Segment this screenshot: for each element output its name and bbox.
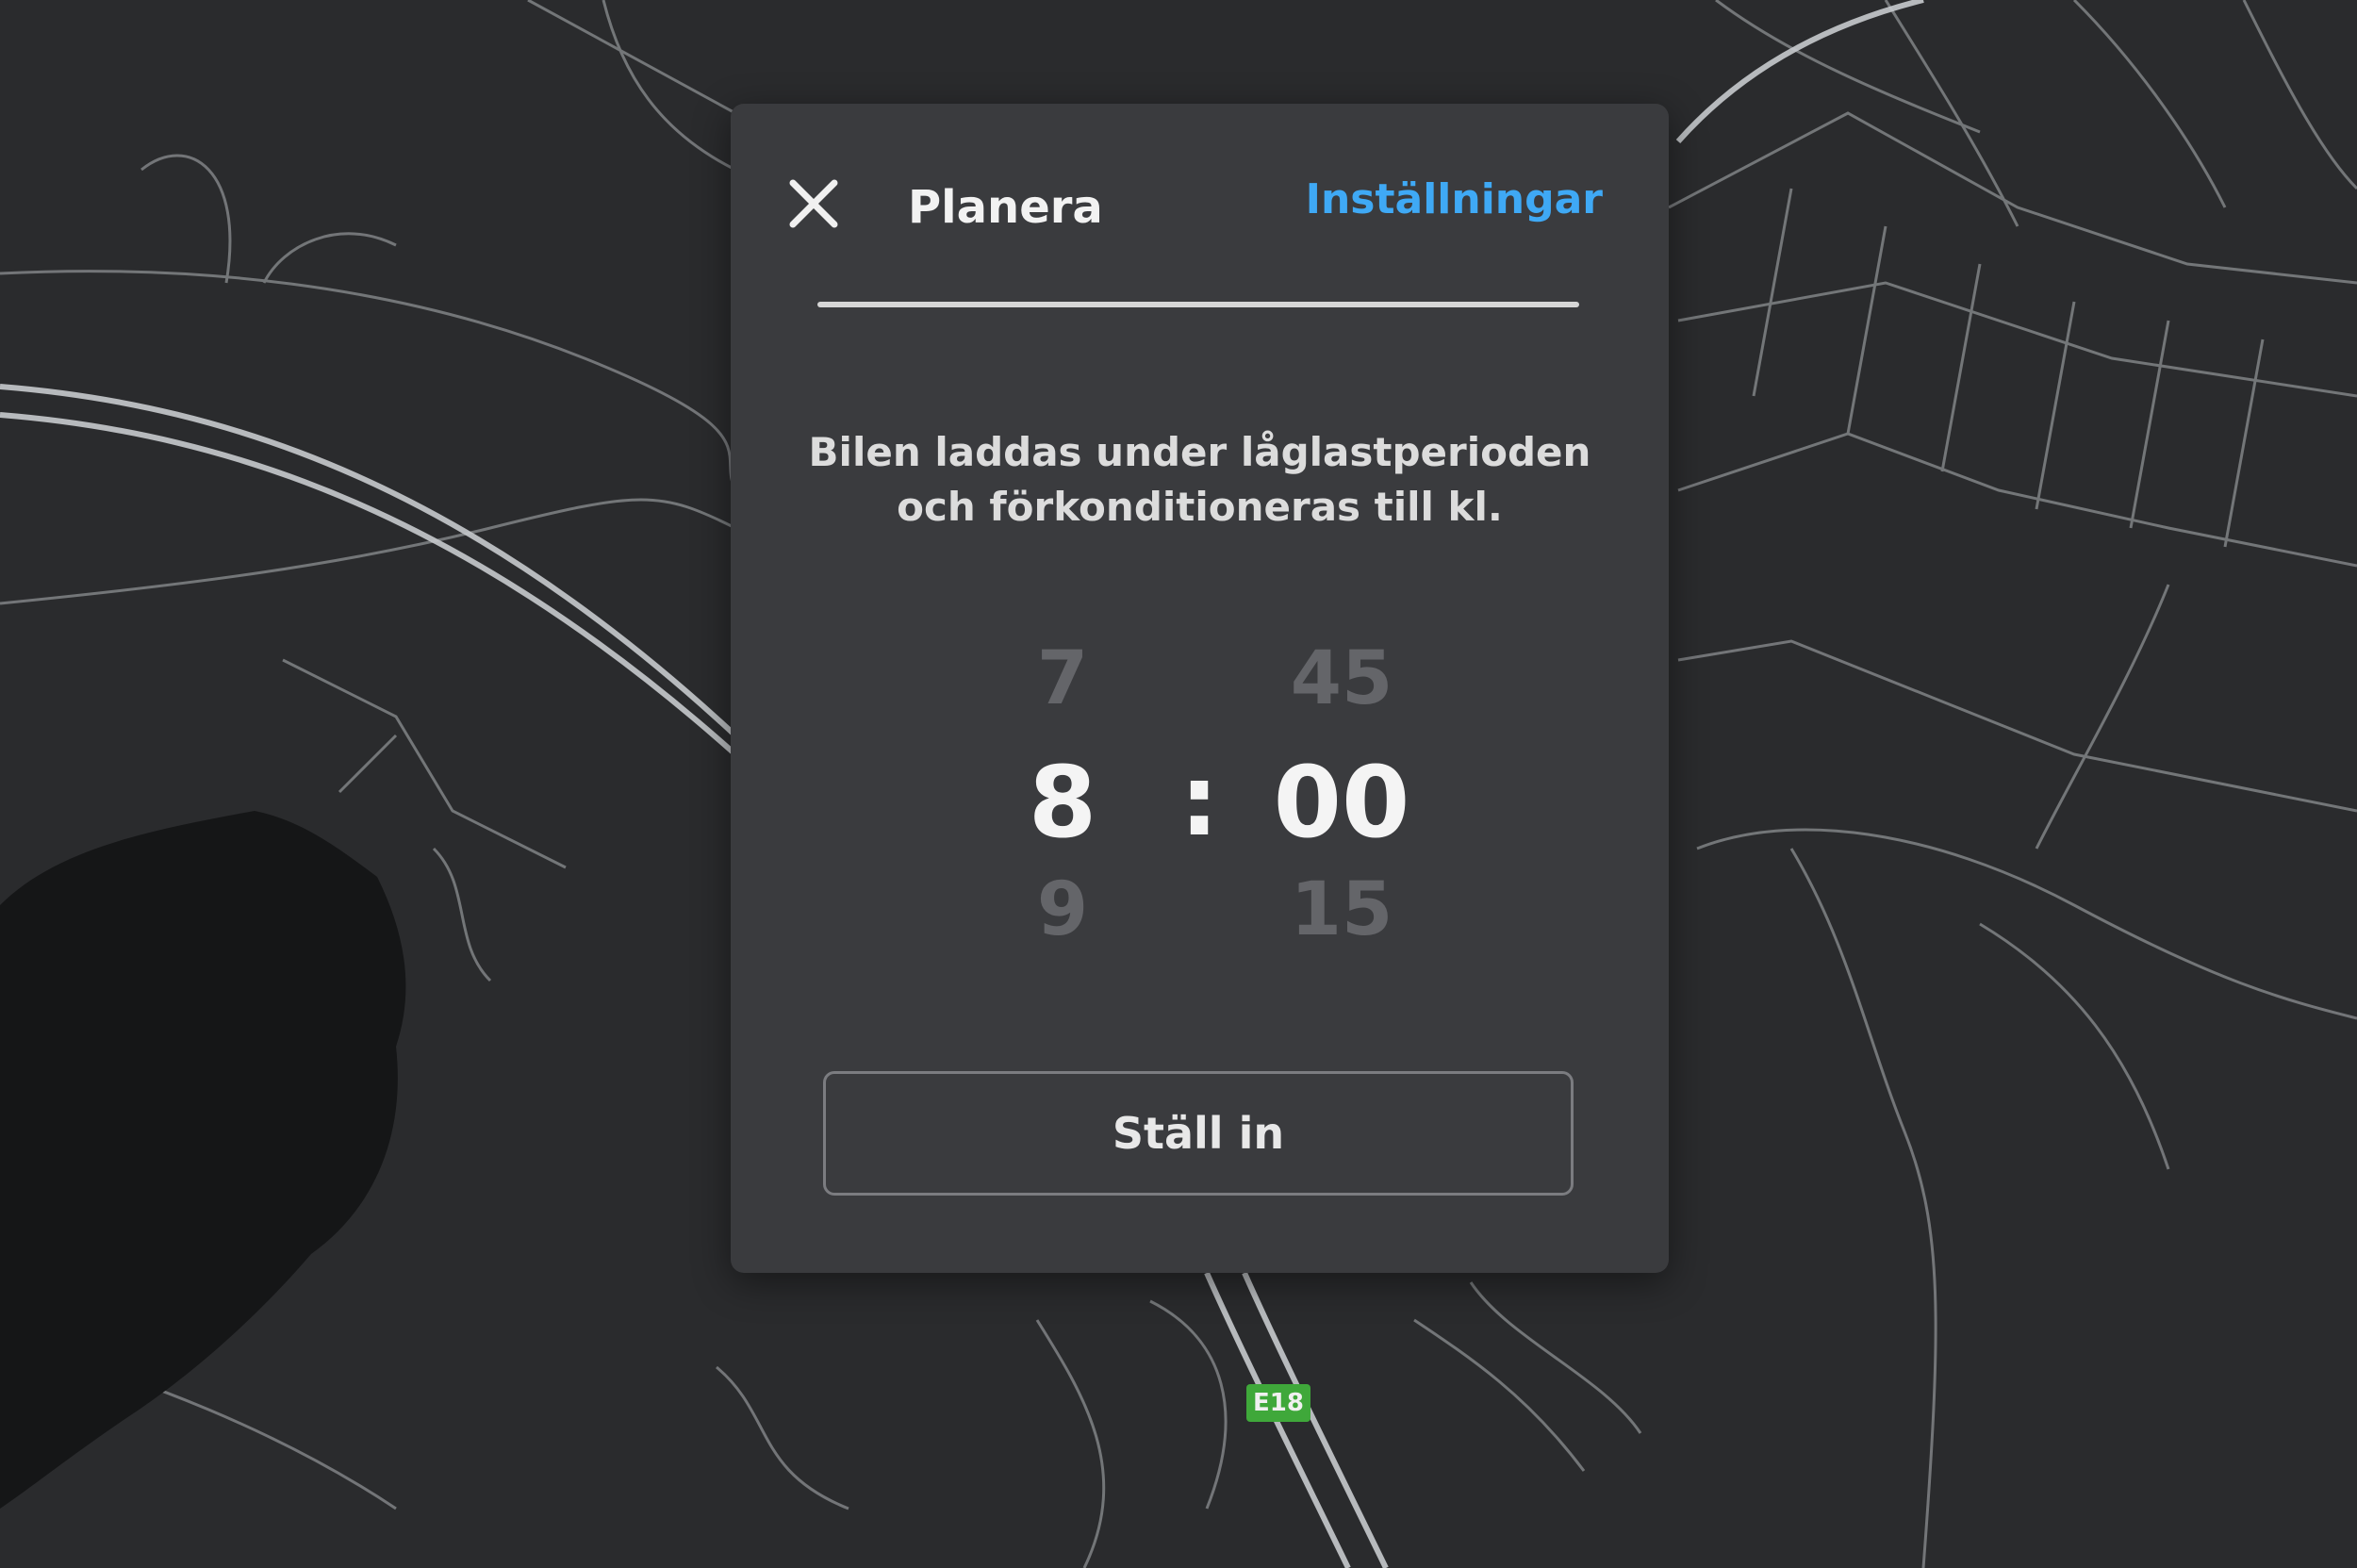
road-shield-e18: E18	[1246, 1384, 1310, 1422]
time-separator: :	[1179, 743, 1219, 858]
hour-value-selected[interactable]: 8	[959, 745, 1166, 860]
schedule-dialog: Planera Inställningar Bilen laddas under…	[731, 104, 1669, 1273]
minute-option-next[interactable]: 15	[1238, 867, 1445, 952]
set-button[interactable]: Ställ in	[823, 1071, 1574, 1196]
minute-option-previous[interactable]: 45	[1238, 636, 1445, 721]
hour-option-next[interactable]: 9	[959, 867, 1166, 952]
minute-value-selected[interactable]: 00	[1238, 745, 1445, 860]
hour-option-previous[interactable]: 7	[959, 636, 1166, 721]
time-picker: 7 8 9 : 45 00 15	[731, 104, 1669, 952]
